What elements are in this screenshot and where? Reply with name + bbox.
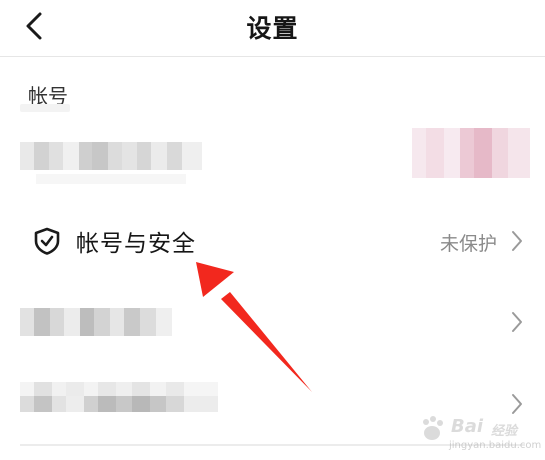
- shield-check-icon: [34, 227, 60, 255]
- chevron-right-icon: [512, 312, 522, 332]
- blurred-row-4-value: [20, 396, 218, 412]
- watermark-side: 经验: [491, 424, 518, 439]
- blurred-account-name-shadow: [36, 174, 186, 184]
- watermark-brand: Bai: [451, 416, 484, 437]
- page-title: 设置: [246, 14, 299, 43]
- blurred-row-3[interactable]: [0, 290, 545, 350]
- blurred-row-3-label: [20, 308, 172, 336]
- paw-logo-icon: [423, 416, 443, 440]
- section-label-blur: [20, 104, 70, 112]
- blurred-account-name: [20, 142, 203, 170]
- account-security-label: 帐号与安全: [76, 231, 196, 257]
- blurred-avatar: [412, 128, 530, 178]
- protection-status: 未保护: [439, 233, 497, 255]
- top-bar: 设置: [0, 0, 545, 57]
- account-profile-row[interactable]: [0, 120, 545, 190]
- watermark: Bai 经验 jingyan.baidu.com: [415, 410, 541, 452]
- chevron-right-icon: [512, 231, 522, 251]
- watermark-url: jingyan.baidu.com: [449, 440, 542, 451]
